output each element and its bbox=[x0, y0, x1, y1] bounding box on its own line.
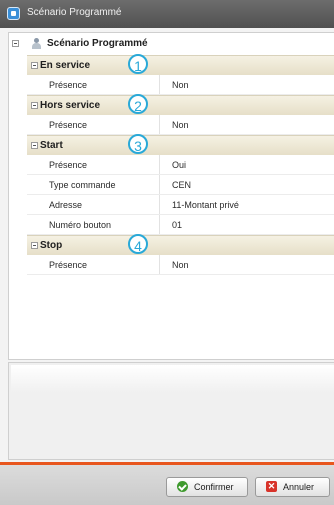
property-key: Présence bbox=[49, 160, 88, 170]
property-key: Type commande bbox=[49, 180, 116, 190]
property-row[interactable]: Présence Non bbox=[27, 115, 334, 135]
person-icon bbox=[31, 38, 42, 49]
category-hors-service[interactable]: Hors service 2 bbox=[27, 94, 334, 115]
property-row[interactable]: Type commande CEN bbox=[27, 175, 334, 195]
check-icon bbox=[177, 481, 188, 492]
collapse-icon[interactable] bbox=[31, 62, 38, 69]
property-value[interactable]: 01 bbox=[172, 220, 182, 230]
property-key: Numéro bouton bbox=[49, 220, 112, 230]
category-stop[interactable]: Stop 4 bbox=[27, 234, 334, 255]
footer-bar: Confirmer ✕ Annuler bbox=[0, 465, 334, 505]
property-value[interactable]: Non bbox=[172, 260, 189, 270]
property-row[interactable]: Numéro bouton 01 bbox=[27, 215, 334, 235]
dialog-window: Scénario Programmé Scénario Programmé En… bbox=[0, 0, 334, 505]
category-start[interactable]: Start 3 bbox=[27, 134, 334, 155]
property-key: Présence bbox=[49, 120, 88, 130]
collapse-icon[interactable] bbox=[31, 142, 38, 149]
close-icon: ✕ bbox=[266, 481, 277, 492]
collapse-icon[interactable] bbox=[31, 102, 38, 109]
cancel-button[interactable]: ✕ Annuler bbox=[255, 477, 330, 497]
collapse-root-icon[interactable] bbox=[12, 40, 19, 47]
app-icon bbox=[7, 7, 20, 20]
callout-badge: 2 bbox=[128, 94, 148, 114]
property-value[interactable]: 11-Montant privé bbox=[172, 200, 239, 210]
category-en-service[interactable]: En service 1 bbox=[27, 54, 334, 75]
confirm-button[interactable]: Confirmer bbox=[166, 477, 248, 497]
root-label: Scénario Programmé bbox=[47, 38, 148, 49]
confirm-label: Confirmer bbox=[194, 482, 234, 492]
property-key: Adresse bbox=[49, 200, 83, 210]
tree-root[interactable]: Scénario Programmé bbox=[9, 33, 334, 53]
category-label: Hors service bbox=[40, 100, 101, 111]
collapse-icon[interactable] bbox=[31, 242, 38, 249]
category-label: Stop bbox=[40, 240, 63, 251]
description-panel bbox=[8, 362, 334, 460]
property-value[interactable]: Non bbox=[172, 120, 189, 130]
property-row[interactable]: Présence Oui bbox=[27, 155, 334, 175]
window-title: Scénario Programmé bbox=[27, 7, 122, 18]
property-row[interactable]: Adresse 11-Montant privé bbox=[27, 195, 334, 215]
callout-badge: 3 bbox=[128, 134, 148, 154]
title-bar[interactable]: Scénario Programmé bbox=[0, 0, 334, 28]
category-label: En service bbox=[40, 60, 91, 71]
property-key: Présence bbox=[49, 80, 88, 90]
property-value[interactable]: Non bbox=[172, 80, 189, 90]
property-value[interactable]: CEN bbox=[172, 180, 191, 190]
property-key: Présence bbox=[49, 260, 88, 270]
category-label: Start bbox=[40, 140, 63, 151]
property-row[interactable]: Présence Non bbox=[27, 255, 334, 275]
cancel-label: Annuler bbox=[283, 482, 315, 492]
property-row[interactable]: Présence Non bbox=[27, 75, 334, 95]
callout-badge: 1 bbox=[128, 54, 148, 74]
property-value[interactable]: Oui bbox=[172, 160, 186, 170]
property-tree: Scénario Programmé En service 1 Présence… bbox=[8, 32, 334, 360]
callout-badge: 4 bbox=[128, 234, 148, 254]
property-grid: En service 1 Présence Non Hors service 2… bbox=[27, 54, 334, 275]
